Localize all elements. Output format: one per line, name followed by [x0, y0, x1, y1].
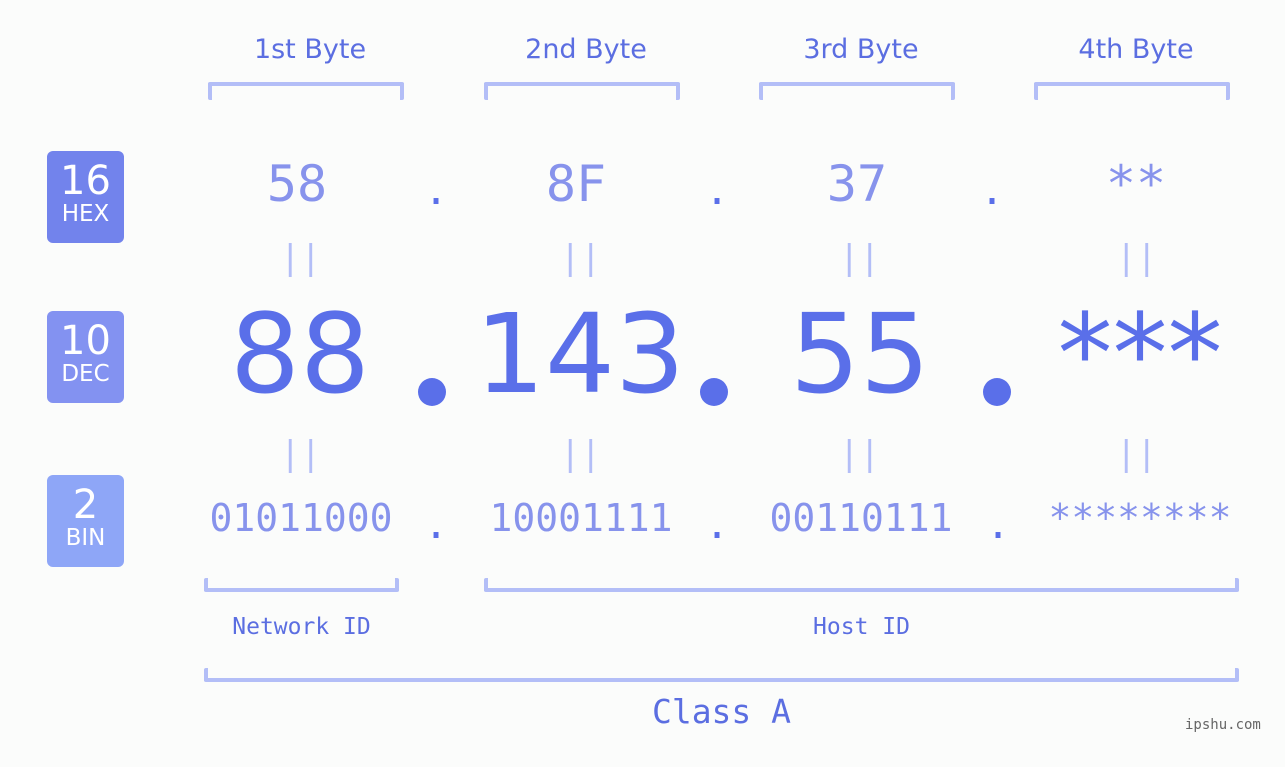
bin-separator-2: . — [705, 502, 730, 548]
bin-badge: 2 BIN — [47, 475, 124, 567]
class-bracket — [204, 668, 1239, 682]
host-id-label: Host ID — [813, 614, 910, 640]
byte-bracket-4 — [1034, 82, 1230, 100]
hex-separator-2: . — [705, 168, 730, 214]
bin-badge-number: 2 — [72, 482, 99, 528]
bin-byte-4: ******** — [1048, 496, 1232, 540]
bin-byte-1: 01011000 — [209, 496, 393, 540]
byte-header-1: 1st Byte — [253, 34, 367, 65]
hex-separator-3: . — [980, 168, 1005, 214]
hex-byte-4: ** — [1105, 155, 1167, 213]
dec-byte-4: *** — [1057, 290, 1223, 418]
hex-badge-number: 16 — [60, 158, 111, 204]
equals-sign: || — [280, 434, 321, 474]
dec-separator-1 — [418, 378, 446, 406]
dec-byte-1: 88 — [230, 290, 370, 418]
byte-header-3: 3rd Byte — [803, 34, 919, 65]
host-id-bracket — [484, 578, 1239, 592]
equals-sign: || — [839, 434, 880, 474]
hex-byte-3: 37 — [826, 155, 888, 213]
network-id-bracket — [204, 578, 399, 592]
bin-byte-3: 00110111 — [769, 496, 953, 540]
dec-byte-3: 55 — [790, 290, 930, 418]
bin-separator-3: . — [986, 502, 1011, 548]
bin-byte-2: 10001111 — [489, 496, 673, 540]
hex-byte-2: 8F — [545, 155, 607, 213]
dec-badge-text: DEC — [61, 361, 110, 387]
byte-header-2: 2nd Byte — [525, 34, 647, 65]
byte-bracket-1 — [208, 82, 404, 100]
equals-sign: || — [560, 434, 601, 474]
equals-sign: || — [1116, 238, 1157, 278]
class-label: Class A — [651, 692, 792, 731]
byte-header-4: 4th Byte — [1078, 34, 1194, 65]
bin-badge-text: BIN — [65, 525, 106, 551]
hex-badge: 16 HEX — [47, 151, 124, 243]
dec-separator-3 — [983, 378, 1011, 406]
hex-badge-text: HEX — [61, 201, 110, 227]
dec-badge: 10 DEC — [47, 311, 124, 403]
bin-separator-1: . — [424, 502, 449, 548]
equals-sign: || — [280, 238, 321, 278]
equals-sign: || — [839, 238, 880, 278]
dec-badge-number: 10 — [60, 318, 111, 364]
dec-byte-2: 143 — [475, 290, 685, 418]
hex-separator-1: . — [424, 168, 449, 214]
byte-bracket-2 — [484, 82, 680, 100]
dec-separator-2 — [700, 378, 728, 406]
byte-bracket-3 — [759, 82, 955, 100]
hex-byte-1: 58 — [266, 155, 328, 213]
network-id-label: Network ID — [232, 614, 371, 640]
watermark: ipshu.com — [1185, 717, 1261, 733]
equals-sign: || — [560, 238, 601, 278]
equals-sign: || — [1116, 434, 1157, 474]
